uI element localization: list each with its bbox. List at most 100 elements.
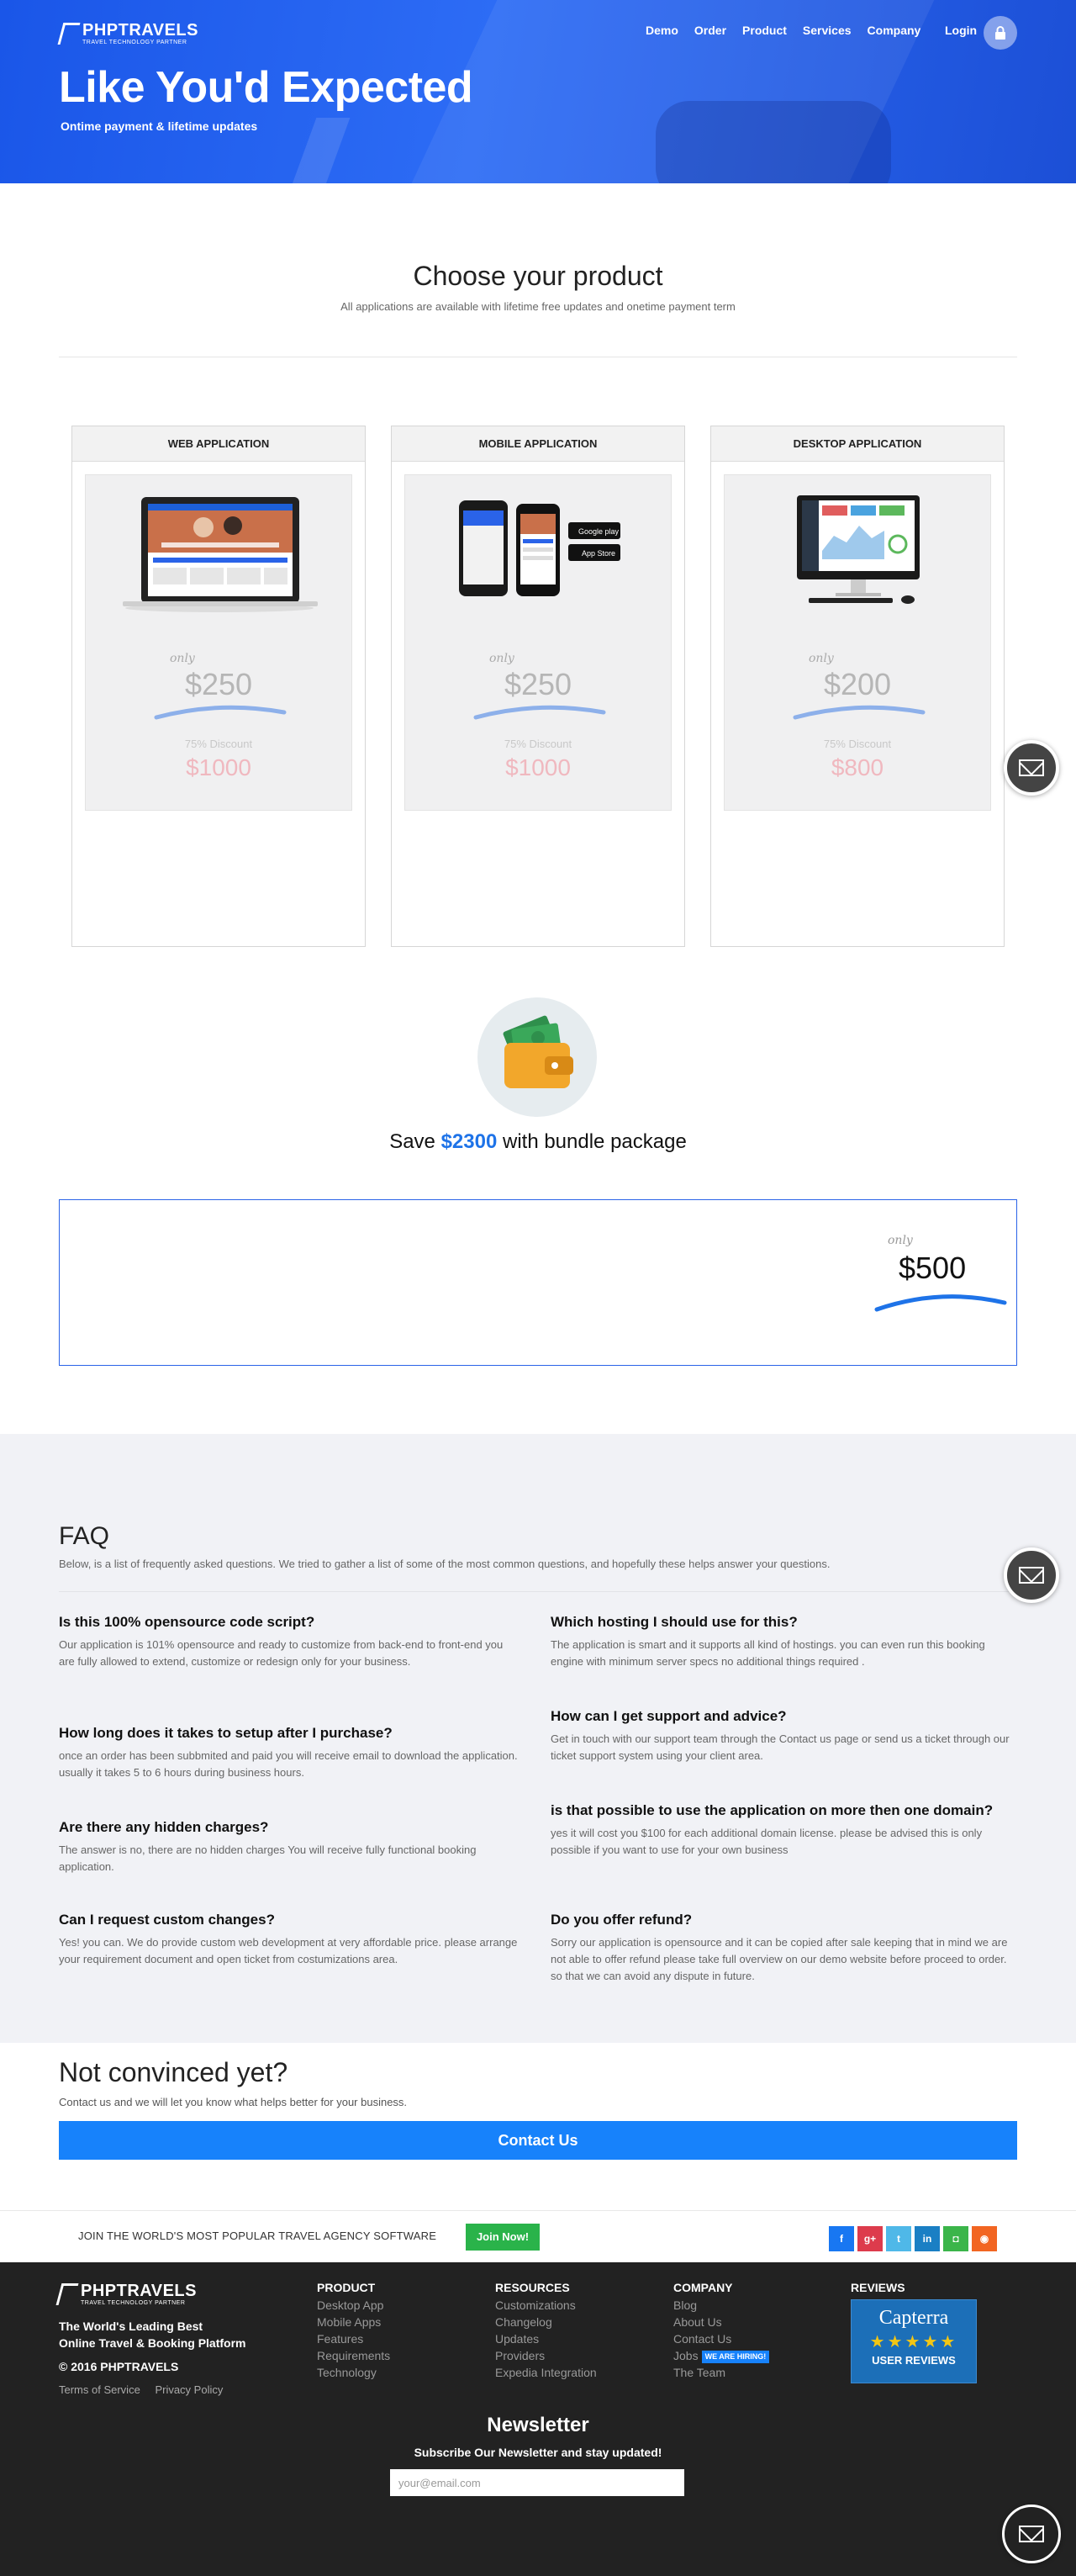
section-title: Choose your product [413, 261, 663, 291]
not-convinced-subtitle: Contact us and we will let you know what… [59, 2096, 408, 2108]
page: PHPTRAVELS TRAVEL TECHNOLOGY PARTNER Dem… [0, 0, 1076, 2576]
faq-answer: Yes! you can. We do provide custom web d… [59, 1936, 518, 1965]
product-card-desktop[interactable]: DESKTOP APPLICATION only $200 75% Discou… [710, 426, 1005, 947]
facebook-icon[interactable]: f [829, 2226, 854, 2251]
footer-link[interactable]: About Us [673, 2314, 769, 2330]
footer-link[interactable]: Changelog [495, 2314, 597, 2330]
only-label: only [170, 652, 195, 665]
footer-link[interactable]: Expedia Integration [495, 2364, 597, 2381]
faq-answer: yes it will cost you $100 for each addit… [551, 1827, 983, 1856]
price-underline [793, 705, 926, 720]
capterra-badge[interactable]: Capterra ★★★★★ USER REVIEWS [851, 2299, 977, 2383]
hero-subtitle: Ontime payment & lifetime updates [61, 119, 258, 133]
contact-us-button[interactable]: Contact Us [59, 2121, 1017, 2160]
nav-product[interactable]: Product [742, 24, 787, 37]
hiring-badge[interactable]: WE ARE HIRING! [701, 2350, 770, 2363]
product-panel: only $200 75% Discount $800 [724, 474, 991, 811]
footer-resources-column: RESOURCES Customizations Changelog Updat… [495, 2281, 597, 2381]
discount-label: 75% Discount [823, 738, 892, 750]
save-amount: $2300 [440, 1130, 498, 1153]
brand-tagline: TRAVEL TECHNOLOGY PARTNER [81, 2300, 186, 2306]
column-title: REVIEWS [851, 2281, 905, 2294]
footer: PHPTRAVELS TRAVEL TECHNOLOGY PARTNER The… [0, 2262, 1076, 2576]
faq-item: Can I request custom changes? Yes! you c… [59, 1911, 518, 1968]
brand-name: PHPTRAVELS [81, 2282, 197, 2300]
faq-answer: The application is smart and it supports… [551, 1638, 985, 1668]
footer-link[interactable]: Requirements [317, 2347, 390, 2364]
faq-question: How can I get support and advice? [551, 1708, 787, 1724]
envelope-icon [1019, 1567, 1044, 1584]
divider [59, 1591, 1017, 1592]
footer-logo[interactable]: PHPTRAVELS TRAVEL TECHNOLOGY PARTNER [55, 2282, 197, 2306]
brand-logo[interactable]: PHPTRAVELS TRAVEL TECHNOLOGY PARTNER [57, 21, 198, 45]
hero-title: Like You'd Expected [59, 63, 473, 112]
brand-name: PHPTRAVELS [82, 21, 198, 40]
faq-answer: The answer is no, there are no hidden ch… [59, 1843, 477, 1873]
product-card-web[interactable]: WEB APPLICATION only $250 75% Discount $… [71, 426, 366, 947]
hero-banner: PHPTRAVELS TRAVEL TECHNOLOGY PARTNER Dem… [0, 0, 1076, 183]
privacy-link[interactable]: Privacy Policy [155, 2383, 223, 2396]
bundle-save-text: Save $2300 with bundle package [0, 1130, 1076, 1154]
old-price: $1000 [505, 754, 571, 780]
newsletter-title: Newsletter [487, 2414, 589, 2436]
footer-link[interactable]: Customizations [495, 2297, 597, 2314]
envelope-icon [1019, 2526, 1044, 2542]
faq-item: Are there any hidden charges? The answer… [59, 1818, 518, 1875]
linkedin-icon[interactable]: in [915, 2226, 940, 2251]
only-label: only [888, 1234, 913, 1247]
footer-link[interactable]: Updates [495, 2330, 597, 2347]
faq-item: Which hosting I should use for this? The… [551, 1613, 1010, 1670]
user-reviews-label: USER REVIEWS [872, 2354, 956, 2367]
faq-answer: Get in touch with our support team throu… [551, 1732, 1010, 1762]
terms-link[interactable]: Terms of Service [59, 2383, 140, 2396]
column-title: COMPANY [673, 2281, 733, 2294]
product-price: $250 [504, 667, 572, 701]
nav-demo[interactable]: Demo [646, 24, 678, 37]
footer-link[interactable]: Providers [495, 2347, 597, 2364]
join-text: JOIN THE WORLD'S MOST POPULAR TRAVEL AGE… [78, 2230, 437, 2242]
instagram-icon[interactable]: ◘ [943, 2226, 968, 2251]
faq-item: is that possible to use the application … [551, 1801, 1010, 1859]
rating-stars: ★★★★★ [869, 2333, 958, 2351]
product-card-mobile[interactable]: MOBILE APPLICATION Google play App Store… [391, 426, 685, 947]
save-suffix: with bundle package [502, 1130, 687, 1153]
brand-tagline: TRAVEL TECHNOLOGY PARTNER [82, 40, 187, 45]
bundle-package-box[interactable]: only $500 [59, 1199, 1017, 1366]
newsletter-email-input[interactable] [390, 2469, 684, 2496]
footer-link[interactable]: Features [317, 2330, 390, 2347]
legal-links: Terms of Service Privacy Policy [59, 2383, 235, 2396]
rss-icon[interactable]: ◉ [972, 2226, 997, 2251]
footer-link[interactable]: Blog [673, 2297, 769, 2314]
footer-link[interactable]: Desktop App [317, 2297, 390, 2314]
envelope-icon [1019, 759, 1044, 776]
lock-icon[interactable] [984, 16, 1017, 50]
logo-icon [57, 23, 81, 45]
faq-question: Can I request custom changes? [59, 1912, 275, 1928]
footer-link[interactable]: Technology [317, 2364, 390, 2381]
footer-link[interactable]: Contact Us [673, 2330, 769, 2347]
twitter-icon[interactable]: t [886, 2226, 911, 2251]
tagline-line-1: The World's Leading Best [59, 2319, 203, 2333]
nav-services[interactable]: Services [803, 24, 852, 37]
nav-company[interactable]: Company [868, 24, 921, 37]
nav-order[interactable]: Order [694, 24, 726, 37]
footer-link[interactable]: The Team [673, 2364, 769, 2381]
product-panel: only $250 75% Discount $1000 [85, 474, 352, 811]
join-now-button[interactable]: Join Now! [466, 2224, 540, 2251]
mail-float-button[interactable] [1004, 740, 1059, 796]
google-plus-icon[interactable]: g+ [857, 2226, 883, 2251]
faq-question: How long does it takes to setup after I … [59, 1725, 393, 1741]
faq-item: Is this 100% opensource code script? Our… [59, 1613, 518, 1670]
footer-link[interactable]: Jobs [673, 2349, 699, 2362]
phones-image: Google play App Store [459, 500, 620, 596]
login-link[interactable]: Login [945, 24, 977, 37]
mail-float-button[interactable] [1002, 2505, 1061, 2563]
footer-link[interactable]: Mobile Apps [317, 2314, 390, 2330]
footer-tagline: The World's Leading Best Online Travel &… [59, 2318, 245, 2351]
faq-item: How long does it takes to setup after I … [59, 1724, 518, 1781]
mail-float-button[interactable] [1004, 1547, 1059, 1603]
join-bar: JOIN THE WORLD'S MOST POPULAR TRAVEL AGE… [0, 2210, 1076, 2261]
faq-answer: once an order has been subbmited and pai… [59, 1749, 518, 1779]
column-title: RESOURCES [495, 2281, 570, 2294]
faq-answer: Our application is 101% opensource and r… [59, 1638, 504, 1668]
